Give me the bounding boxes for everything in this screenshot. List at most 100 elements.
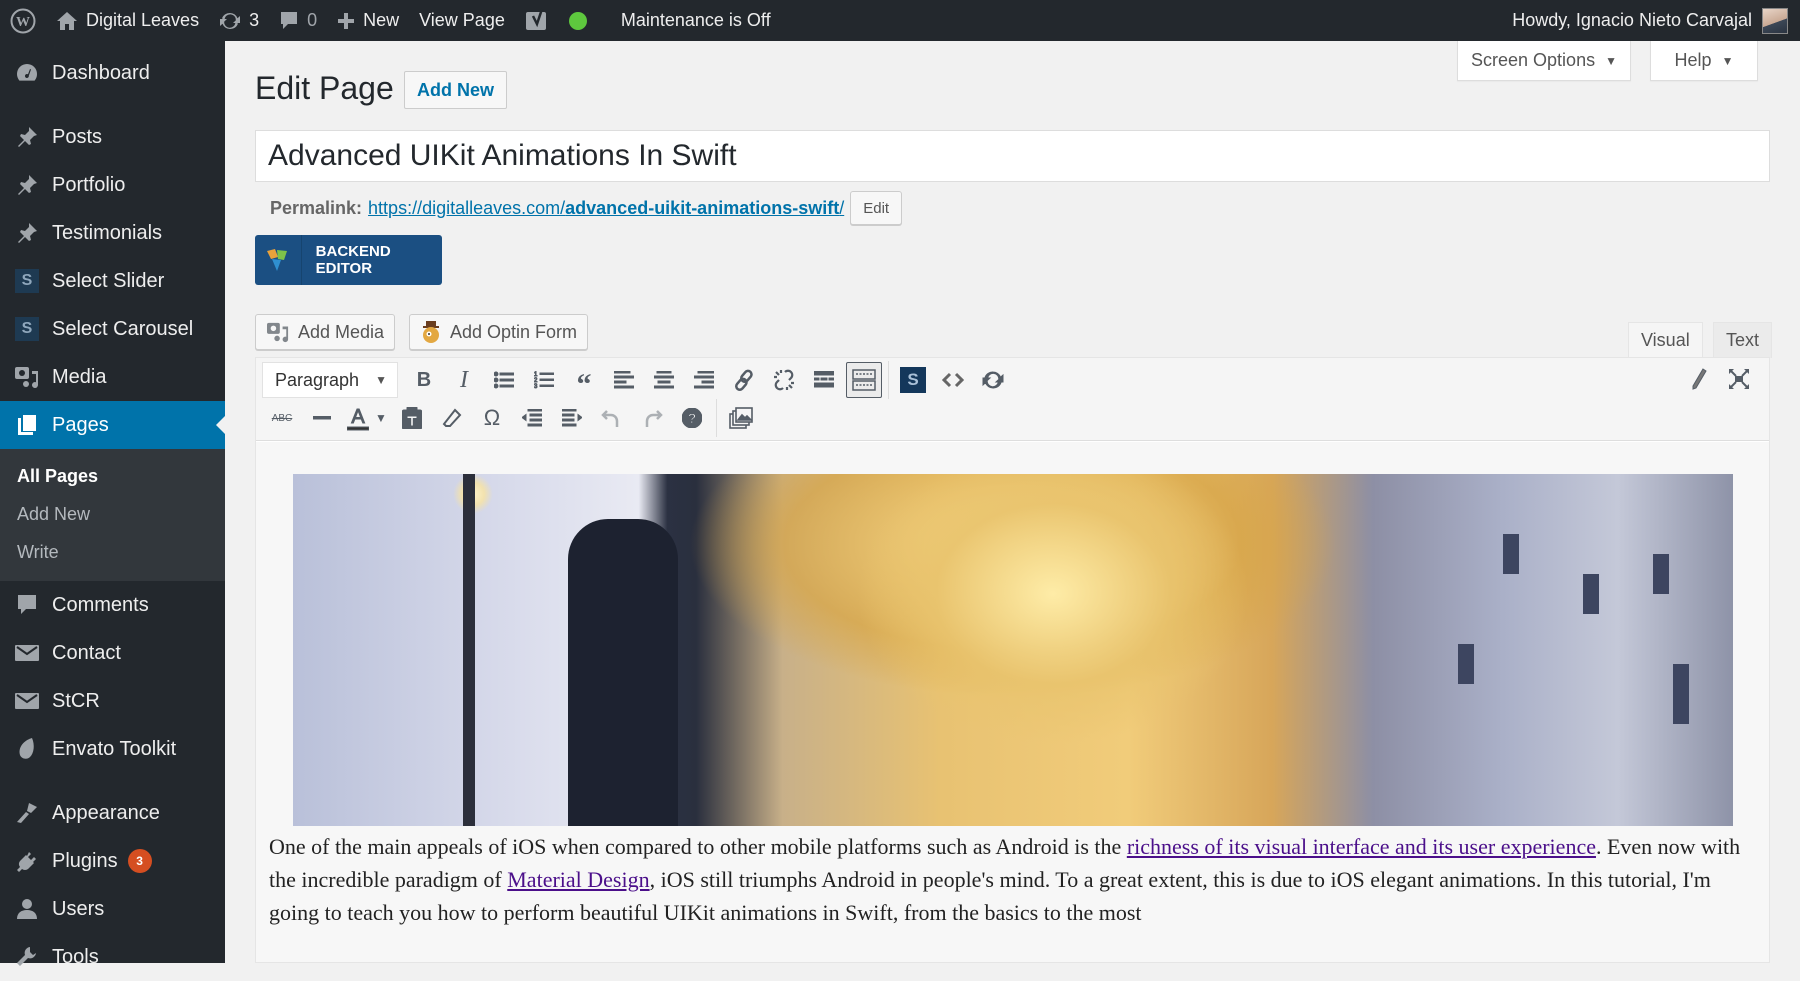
redo-icon (645, 410, 663, 427)
site-name-link[interactable]: Digital Leaves (46, 0, 209, 41)
bulleted-list-button[interactable] (486, 362, 522, 398)
tab-text[interactable]: Text (1713, 322, 1773, 358)
align-center-button[interactable] (646, 362, 682, 398)
updates-link[interactable]: 3 (209, 0, 269, 41)
permalink-link[interactable]: https://digitalleaves.com/advanced-uikit… (368, 198, 844, 219)
refresh-button[interactable] (975, 362, 1011, 398)
paste-as-text-button[interactable] (394, 400, 430, 436)
pushpin-icon (14, 220, 40, 246)
home-icon (57, 11, 77, 30)
sidebar-item-select-slider[interactable]: S Select Slider (0, 257, 225, 305)
maintenance-toggle[interactable]: Maintenance is Off (597, 0, 781, 41)
yoast-seo-menu[interactable] (515, 0, 559, 41)
italic-button[interactable]: I (446, 362, 482, 398)
backend-editor-label: BACKEND EDITOR (315, 243, 391, 277)
fullscreen-button[interactable] (1721, 361, 1757, 397)
horizontal-line-button[interactable] (304, 400, 340, 436)
sidebar-item-contact[interactable]: Contact (0, 629, 225, 677)
sidebar-item-comments[interactable]: Comments (0, 581, 225, 629)
undo-button[interactable] (594, 400, 630, 436)
permalink-base: https://digitalleaves.com/ (368, 197, 566, 218)
text-color-button[interactable]: A (344, 400, 372, 436)
new-content-link[interactable]: New (327, 0, 409, 41)
sidebar-item-appearance[interactable]: Appearance (0, 789, 225, 837)
redo-button[interactable] (634, 400, 670, 436)
seo-status-indicator[interactable] (559, 0, 597, 41)
media-icon (14, 364, 40, 390)
align-right-button[interactable] (686, 362, 722, 398)
bold-button[interactable]: B (406, 362, 442, 398)
status-dot-icon (568, 11, 587, 30)
sidebar-item-pages[interactable]: Pages (0, 401, 225, 449)
strikethrough-button[interactable]: ABC (264, 400, 300, 436)
comments-link[interactable]: 0 (269, 0, 327, 41)
sidebar-item-dashboard[interactable]: Dashboard (0, 49, 225, 97)
format-select[interactable]: Paragraph ▼ (262, 362, 398, 398)
code-button[interactable] (935, 362, 971, 398)
pencil-icon (1692, 368, 1707, 390)
help-button[interactable]: Help ▼ (1650, 41, 1758, 81)
unlink-icon (774, 369, 794, 391)
keyboard-shortcuts-button[interactable]: ? (674, 400, 710, 436)
insert-link-button[interactable] (726, 362, 762, 398)
sidebar-item-portfolio[interactable]: Portfolio (0, 161, 225, 209)
sidebar-item-media[interactable]: Media (0, 353, 225, 401)
shortcode-s-button[interactable]: S (895, 362, 931, 398)
post-body-paragraph[interactable]: One of the main appeals of iOS when comp… (269, 830, 1749, 929)
sidebar-label: Plugins (52, 849, 118, 872)
screen-options-button[interactable]: Screen Options ▼ (1457, 41, 1631, 81)
link-material-design[interactable]: Material Design (507, 867, 649, 892)
wordpress-logo-button[interactable]: W (0, 0, 46, 41)
backend-editor-button[interactable]: BACKEND EDITOR (255, 235, 442, 285)
sidebar-item-testimonials[interactable]: Testimonials (0, 209, 225, 257)
submenu-item-add-new[interactable]: Add New (0, 495, 225, 533)
visual-composer-logo-icon (255, 235, 302, 285)
special-character-button[interactable]: Ω (474, 400, 510, 436)
sidebar-item-tools[interactable]: Tools (0, 933, 225, 981)
add-new-page-button[interactable]: Add New (404, 71, 508, 109)
sidebar-item-users[interactable]: Users (0, 885, 225, 933)
horizontal-line-icon (313, 416, 331, 420)
submenu-item-write[interactable]: Write (0, 533, 225, 571)
optin-monster-icon (420, 321, 442, 343)
my-account-menu[interactable]: Howdy, Ignacio Nieto Carvajal (1502, 0, 1800, 41)
pages-icon (14, 412, 40, 438)
format-select-value: Paragraph (275, 369, 360, 390)
post-title-input[interactable] (255, 130, 1770, 182)
indent-button[interactable] (554, 400, 590, 436)
sidebar-item-plugins[interactable]: Plugins 3 (0, 837, 225, 885)
read-more-button[interactable] (806, 362, 842, 398)
add-optin-form-button[interactable]: Add Optin Form (409, 314, 589, 350)
toolbar-separator (716, 399, 717, 437)
caret-down-icon: ▼ (1721, 53, 1734, 68)
edit-permalink-button[interactable]: Edit (850, 191, 903, 225)
text-color-dropdown[interactable]: ▼ (372, 400, 390, 436)
svg-text:3: 3 (534, 384, 538, 390)
align-left-button[interactable] (606, 362, 642, 398)
outdent-button[interactable] (514, 400, 550, 436)
code-icon (942, 372, 964, 388)
kitchen-sink-icon (852, 369, 876, 391)
link-richness[interactable]: richness of its visual interface and its… (1127, 834, 1596, 859)
sidebar-item-stcr[interactable]: StCR (0, 677, 225, 725)
page-title: Edit Page (255, 70, 394, 106)
view-page-link[interactable]: View Page (409, 0, 515, 41)
gallery-button[interactable] (723, 400, 759, 436)
featured-carousel-photo[interactable] (293, 474, 1733, 826)
add-media-button[interactable]: Add Media (255, 314, 396, 350)
sidebar-item-select-carousel[interactable]: S Select Carousel (0, 305, 225, 353)
distraction-free-pen-button[interactable] (1681, 361, 1717, 397)
numbered-list-button[interactable]: 123 (526, 362, 562, 398)
sidebar-item-envato-toolkit[interactable]: Envato Toolkit (0, 725, 225, 773)
toolbar-toggle-button[interactable] (846, 362, 882, 398)
editor-content-area[interactable]: One of the main appeals of iOS when comp… (256, 442, 1769, 962)
blockquote-button[interactable]: “ (566, 362, 602, 400)
remove-link-button[interactable] (766, 362, 802, 398)
align-right-icon (694, 371, 714, 389)
avatar (1762, 7, 1788, 34)
submenu-item-all-pages[interactable]: All Pages (0, 457, 225, 495)
tab-visual[interactable]: Visual (1628, 322, 1703, 358)
sidebar-item-posts[interactable]: Posts (0, 113, 225, 161)
clear-formatting-button[interactable] (434, 400, 470, 436)
toolbar-right (1679, 361, 1759, 397)
